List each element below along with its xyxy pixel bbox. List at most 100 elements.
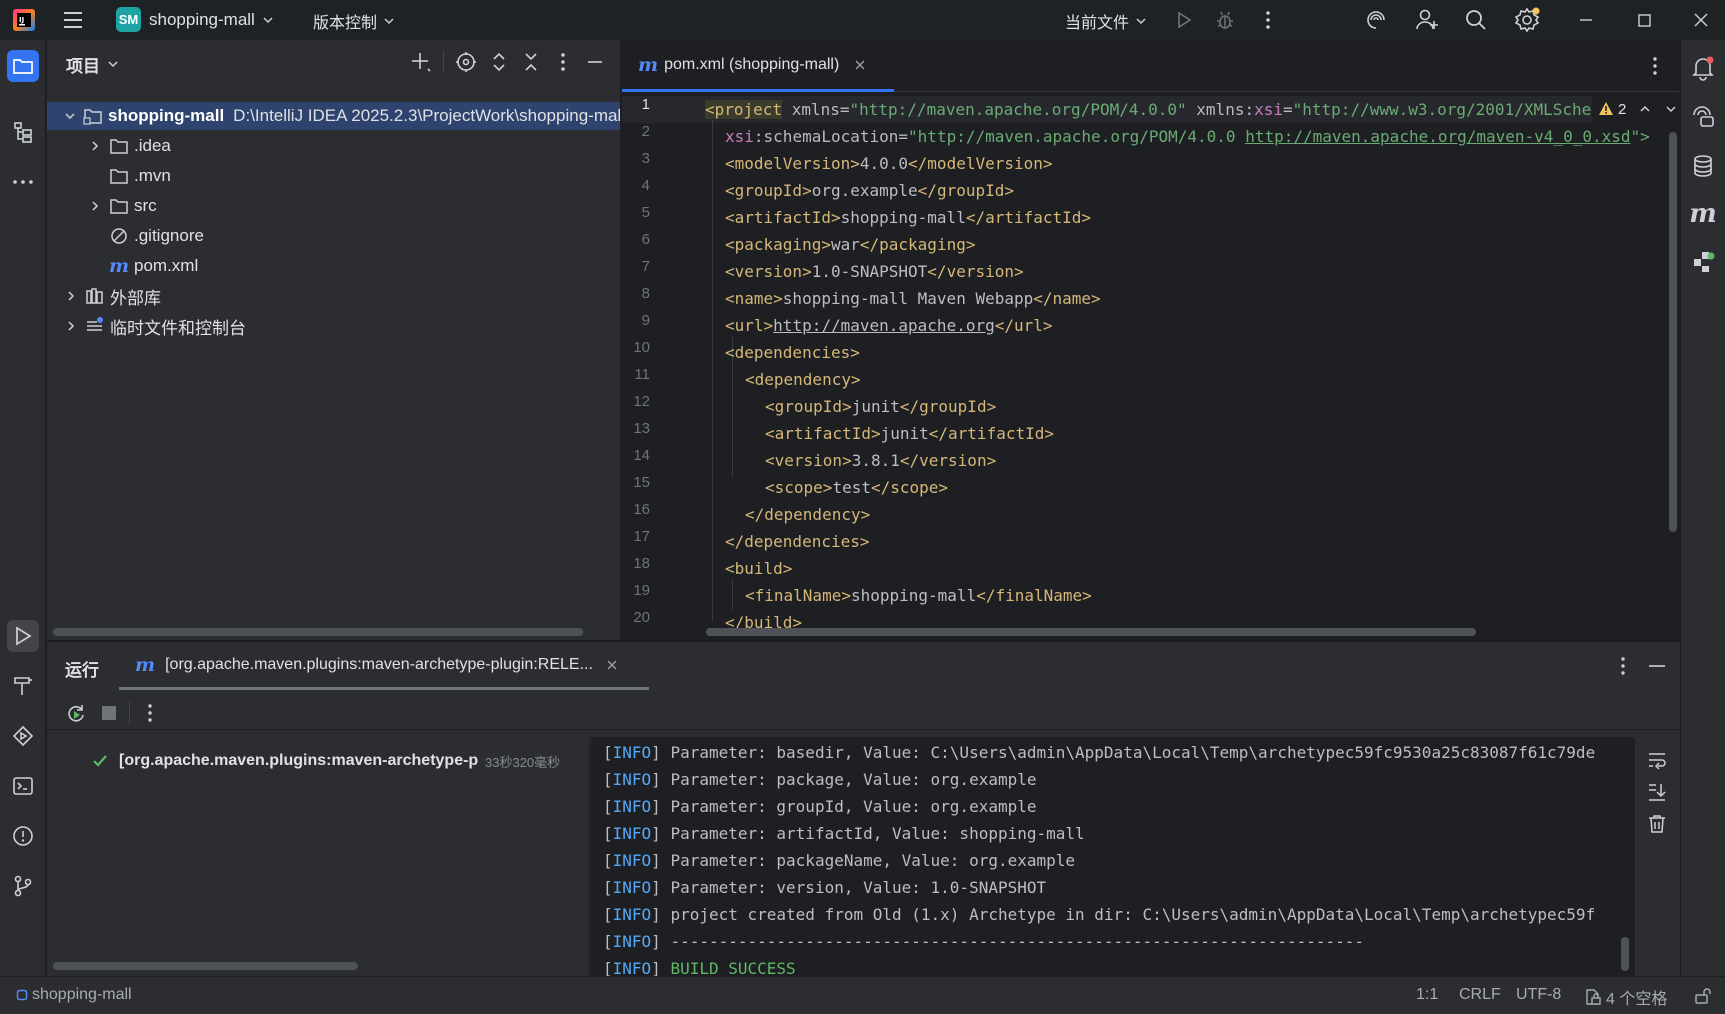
run-tree-item[interactable]: [org.apache.maven.plugins:maven-archetyp…	[91, 747, 586, 775]
maven-button[interactable]: m	[1687, 198, 1719, 230]
more-actions-icon[interactable]	[1257, 9, 1279, 31]
chevron-down-icon[interactable]	[1664, 102, 1678, 116]
chevron-down-icon	[1136, 18, 1146, 25]
settings-icon[interactable]	[1514, 7, 1540, 33]
run-tab[interactable]: m [org.apache.maven.plugins:maven-archet…	[119, 642, 649, 690]
hide-panel-icon[interactable]	[584, 50, 606, 74]
rerun-icon[interactable]	[65, 702, 87, 724]
more-tools-button[interactable]	[7, 166, 39, 198]
tab-pom-xml[interactable]: m pom.xml (shopping-mall)	[622, 40, 894, 92]
close-tab-icon[interactable]	[605, 658, 619, 672]
status-line-separator[interactable]: CRLF	[1459, 986, 1501, 1004]
status-caret-position[interactable]: 1:1	[1416, 986, 1438, 1004]
code-area[interactable]: <project xmlns="http://maven.apache.org/…	[622, 92, 1679, 640]
code-line: <version>3.8.1</version>	[765, 451, 997, 470]
project-switcher[interactable]: SM shopping-mall	[116, 7, 275, 32]
close-tab-icon[interactable]	[853, 58, 867, 72]
maven-icon: m	[135, 653, 156, 676]
folder-icon	[13, 59, 33, 74]
console-side-toolbar	[1635, 737, 1680, 976]
build-tool-button[interactable]	[7, 670, 39, 702]
chevron-down-icon[interactable]	[106, 57, 120, 71]
editor-vertical-scrollbar[interactable]	[1669, 132, 1677, 532]
main-menu-icon[interactable]	[62, 9, 84, 31]
project-panel-header: 项目	[47, 40, 620, 88]
tab-options-icon[interactable]	[1645, 54, 1665, 78]
status-encoding[interactable]: UTF-8	[1516, 986, 1561, 1004]
code-line: <groupId>org.example</groupId>	[725, 181, 1014, 200]
project-horizontal-scrollbar[interactable]	[53, 628, 583, 636]
clear-all-icon[interactable]	[1646, 813, 1668, 835]
code-line: <build>	[725, 559, 793, 578]
tree-item-pom[interactable]: m pom.xml	[47, 252, 198, 280]
project-panel-title[interactable]: 项目	[66, 52, 100, 77]
expand-all-icon[interactable]	[488, 50, 510, 74]
locate-file-icon[interactable]	[454, 50, 478, 74]
collapse-all-icon[interactable]	[520, 50, 542, 74]
structure-tool-button[interactable]	[7, 116, 39, 148]
problems-tool-button[interactable]	[7, 820, 39, 852]
readonly-toggle-icon[interactable]	[1693, 986, 1713, 1006]
run-tool-button[interactable]	[7, 620, 39, 652]
plugin-button[interactable]	[1687, 246, 1719, 278]
chevron-right-icon	[68, 291, 75, 301]
tree-item-external-libraries[interactable]: 外部库	[47, 282, 161, 310]
code-line: <artifactId>junit</artifactId>	[765, 424, 1054, 443]
notifications-button[interactable]	[1687, 52, 1719, 84]
more-actions-icon[interactable]	[140, 702, 160, 724]
ai-chat-button[interactable]	[1687, 100, 1719, 132]
console-line: [INFO] Parameter: version, Value: 1.0-SN…	[603, 878, 1047, 897]
console-line: [INFO] Parameter: packageName, Value: or…	[603, 851, 1076, 870]
add-user-icon[interactable]	[1414, 7, 1440, 33]
run-tree-item-label: [org.apache.maven.plugins:maven-archetyp…	[119, 752, 479, 769]
search-icon[interactable]	[1464, 8, 1488, 32]
chevron-right-icon	[92, 201, 99, 211]
tree-item-idea[interactable]: .idea	[47, 132, 171, 160]
ai-assistant-icon[interactable]	[1364, 8, 1388, 32]
tree-item-scratches[interactable]: 临时文件和控制台	[47, 312, 246, 340]
run-panel-options-icon[interactable]	[1613, 654, 1633, 678]
tree-item-src[interactable]: src	[47, 192, 157, 220]
vcs-menu[interactable]: 版本控制	[313, 9, 396, 33]
run-icon[interactable]	[1173, 9, 1195, 31]
run-tree: [org.apache.maven.plugins:maven-archetyp…	[47, 737, 590, 976]
console-output[interactable]: [INFO] Parameter: basedir, Value: C:\Use…	[591, 737, 1635, 976]
tree-item-label: .mvn	[134, 166, 171, 185]
scroll-to-end-icon[interactable]	[1646, 781, 1668, 803]
chevron-down-icon	[384, 18, 394, 25]
close-window-icon[interactable]	[1689, 8, 1713, 32]
console-vertical-scrollbar[interactable]	[1621, 937, 1629, 971]
editor-horizontal-scrollbar[interactable]	[706, 628, 1476, 636]
services-tool-button[interactable]	[7, 720, 39, 752]
status-bar: shopping-mall 1:1 CRLF UTF-8 4 个空格	[0, 976, 1725, 1014]
chevron-up-icon[interactable]	[1638, 102, 1652, 116]
status-indent[interactable]: 4 个空格	[1584, 985, 1667, 1009]
soft-wrap-icon[interactable]	[1646, 749, 1668, 771]
app-logo-icon[interactable]: IJ	[12, 8, 36, 32]
tree-item-gitignore[interactable]: .gitignore	[47, 222, 204, 250]
add-icon[interactable]	[409, 50, 433, 74]
options-icon[interactable]	[552, 50, 574, 74]
chevron-right-icon	[68, 321, 75, 331]
tree-item-project-root[interactable]: shopping-mall D:\IntelliJ IDEA 2025.2.3\…	[47, 102, 620, 130]
editor-tab-bar: m pom.xml (shopping-mall)	[622, 40, 1679, 92]
run-tree-horizontal-scrollbar[interactable]	[53, 962, 358, 970]
inspection-widget[interactable]: 2	[1592, 94, 1679, 124]
status-project-breadcrumb[interactable]: shopping-mall	[16, 986, 132, 1004]
minimize-icon[interactable]	[1574, 8, 1598, 32]
git-tool-button[interactable]	[7, 870, 39, 902]
terminal-tool-button[interactable]	[7, 770, 39, 802]
tree-item-mvn[interactable]: .mvn	[47, 162, 171, 190]
database-button[interactable]	[1687, 150, 1719, 182]
stop-icon[interactable]	[99, 703, 119, 723]
project-tool-button[interactable]	[7, 50, 39, 82]
maximize-icon[interactable]	[1632, 8, 1656, 32]
hide-panel-icon[interactable]	[1646, 654, 1668, 678]
ai-chat-icon	[1693, 106, 1714, 127]
debug-icon[interactable]	[1214, 9, 1236, 31]
hammer-icon	[14, 677, 32, 695]
run-config-selector[interactable]: 当前文件	[1065, 9, 1148, 33]
console-line: [INFO] project created from Old (1.x) Ar…	[603, 905, 1596, 924]
code-line: <version>1.0-SNAPSHOT</version>	[725, 262, 1024, 281]
lock-file-icon	[1586, 989, 1601, 1005]
